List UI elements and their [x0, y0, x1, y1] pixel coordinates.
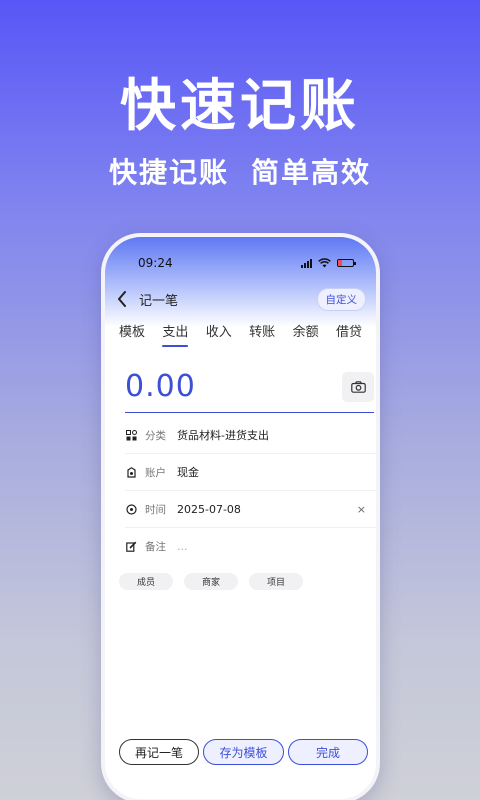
save-template-button[interactable]: 存为模板 [203, 739, 284, 765]
done-button[interactable]: 完成 [288, 739, 368, 765]
note-icon [125, 541, 137, 553]
page-title: 记一笔 [139, 293, 179, 309]
status-time: 09:24 [138, 256, 173, 270]
battery-icon [337, 259, 356, 267]
field-category[interactable]: 分类 货品材料-进货支出 [125, 417, 376, 454]
chip-project[interactable]: 项目 [249, 573, 303, 590]
action-buttons: 再记一笔 存为模板 完成 [119, 739, 368, 765]
wallet-icon [125, 466, 137, 478]
chip-merchant[interactable]: 商家 [184, 573, 238, 590]
promo-sub-left: 快捷记账 [108, 156, 229, 189]
type-tabs: 模板 支出 收入 转账 余额 借贷 [119, 321, 362, 347]
category-value: 货品材料-进货支出 [177, 429, 269, 442]
screen-header-gradient [105, 237, 376, 327]
account-label: 账户 [145, 466, 166, 479]
tab-income[interactable]: 收入 [206, 321, 232, 343]
category-label: 分类 [145, 429, 166, 442]
time-value: 2025-07-08 [177, 502, 241, 516]
wifi-icon [318, 258, 331, 268]
field-account[interactable]: 账户 现金 [125, 454, 376, 491]
category-grid-icon [125, 429, 137, 441]
tab-expense[interactable]: 支出 [162, 321, 189, 347]
customize-button[interactable]: 自定义 [316, 287, 366, 311]
phone-mockup: 09:24 记一笔 自定义 模板 支出 收入 转账 余额 借贷 0.00 分类 … [101, 233, 380, 800]
nav-bar: 记一笔 自定义 [117, 287, 366, 311]
clock-icon [125, 503, 137, 515]
back-chevron-icon[interactable] [117, 289, 135, 309]
amount-input[interactable]: 0.00 [125, 369, 196, 404]
field-time[interactable]: 时间 2025-07-08 × [125, 491, 376, 528]
time-label: 时间 [145, 503, 166, 516]
promo-subline: 快捷记账 简单高效 [0, 154, 480, 192]
tab-transfer[interactable]: 转账 [249, 321, 275, 343]
tab-loan[interactable]: 借贷 [336, 321, 362, 343]
signal-icon [301, 258, 312, 268]
promo-sub-right: 简单高效 [251, 156, 372, 189]
note-input[interactable]: ... [177, 540, 188, 553]
tab-balance[interactable]: 余额 [293, 321, 319, 343]
note-label: 备注 [145, 541, 166, 553]
tag-chips: 成员 商家 项目 [119, 573, 303, 590]
clear-time-icon[interactable]: × [357, 503, 366, 516]
tab-template[interactable]: 模板 [119, 321, 145, 343]
field-note[interactable]: 备注 ... [125, 528, 376, 565]
status-bar: 09:24 [138, 255, 356, 271]
account-value: 现金 [177, 466, 199, 479]
chip-member[interactable]: 成员 [119, 573, 173, 590]
amount-input-row: 0.00 [125, 361, 374, 413]
promo-headline: 快速记账 [120, 74, 360, 139]
record-again-button[interactable]: 再记一笔 [119, 739, 199, 765]
camera-button[interactable] [342, 371, 374, 402]
camera-icon [350, 380, 366, 393]
